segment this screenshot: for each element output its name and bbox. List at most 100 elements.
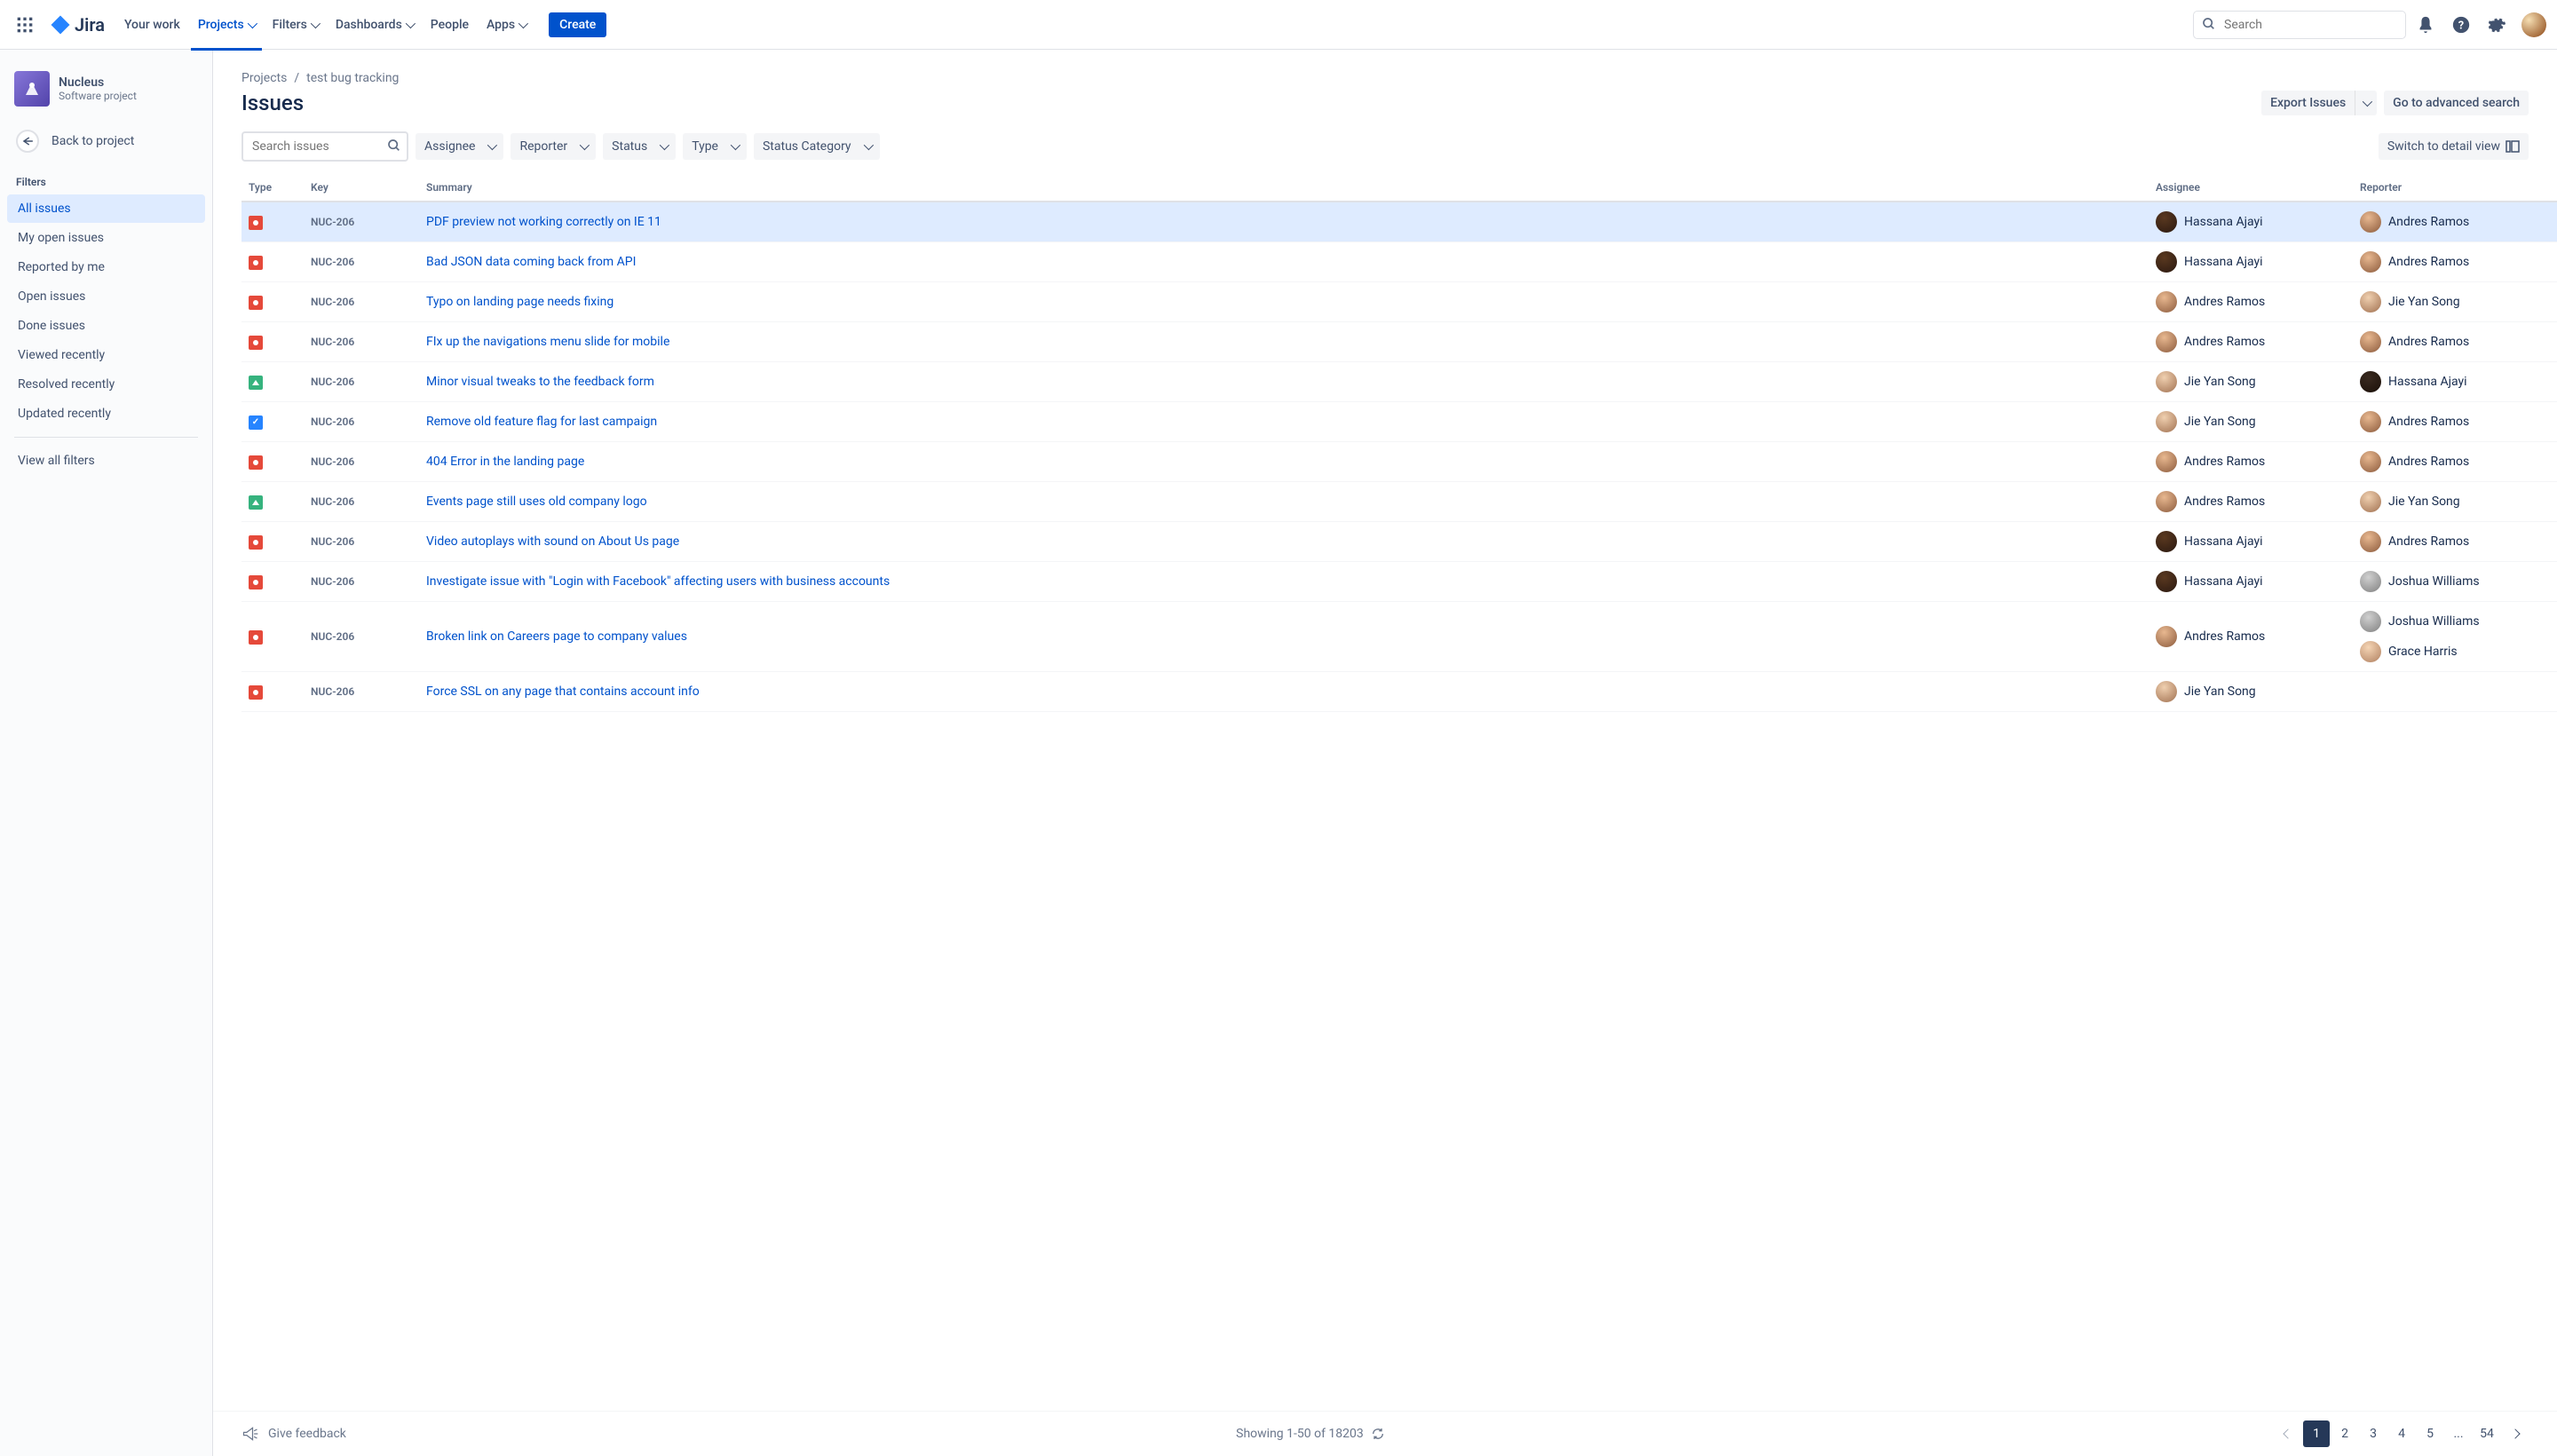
issue-summary[interactable]: PDF preview not working correctly on IE …: [426, 215, 661, 229]
assignee-cell[interactable]: Hassana Ajayi: [2156, 531, 2346, 552]
sidebar-filter-reported-by-me[interactable]: Reported by me: [7, 253, 205, 281]
col-summary[interactable]: Summary: [419, 174, 2149, 202]
table-row[interactable]: NUC-206 FIx up the navigations menu slide…: [241, 322, 2557, 362]
sidebar-filter-updated-recently[interactable]: Updated recently: [7, 400, 205, 428]
export-issues-button[interactable]: Export Issues: [2261, 91, 2355, 115]
nav-item-dashboards[interactable]: Dashboards: [329, 12, 420, 37]
reporter-cell[interactable]: Andres Ramos: [2360, 211, 2550, 233]
page-prev[interactable]: [2275, 1420, 2301, 1447]
table-row[interactable]: NUC-206 Minor visual tweaks to the feedba…: [241, 362, 2557, 402]
nav-item-apps[interactable]: Apps: [479, 12, 533, 37]
page-2[interactable]: 2: [2331, 1420, 2358, 1447]
breadcrumb-project-name[interactable]: test bug tracking: [306, 71, 399, 85]
nav-item-people[interactable]: People: [424, 12, 476, 37]
breadcrumb-projects[interactable]: Projects: [241, 71, 287, 85]
page-4[interactable]: 4: [2388, 1420, 2415, 1447]
issue-summary[interactable]: Minor visual tweaks to the feedback form: [426, 375, 654, 389]
issue-key[interactable]: NUC-206: [304, 362, 419, 402]
table-row[interactable]: NUC-206Video autoplays with sound on Abo…: [241, 522, 2557, 562]
assignee-cell[interactable]: Jie Yan Song: [2156, 371, 2346, 392]
col-reporter[interactable]: Reporter: [2353, 174, 2557, 202]
issue-search-input[interactable]: [241, 131, 408, 162]
search-input[interactable]: [2193, 11, 2406, 39]
issue-summary[interactable]: Broken link on Careers page to company v…: [426, 629, 687, 644]
issue-search[interactable]: [241, 131, 408, 162]
issue-summary[interactable]: Remove old feature flag for last campaig…: [426, 415, 657, 429]
nav-item-filters[interactable]: Filters: [265, 12, 325, 37]
assignee-cell[interactable]: Andres Ramos: [2156, 626, 2346, 647]
col-assignee[interactable]: Assignee: [2149, 174, 2353, 202]
table-row[interactable]: NUC-206Force SSL on any page that contai…: [241, 672, 2557, 712]
reporter-cell[interactable]: Andres Ramos: [2360, 331, 2550, 352]
issue-summary[interactable]: FIx up the navigations menu slide for mo…: [426, 335, 669, 349]
filter-status[interactable]: Status: [603, 133, 676, 160]
view-all-filters[interactable]: View all filters: [7, 447, 205, 475]
issue-key[interactable]: NUC-206: [304, 672, 419, 712]
page-5[interactable]: 5: [2417, 1420, 2443, 1447]
table-row[interactable]: NUC-206 Bad JSON data coming back from AP…: [241, 242, 2557, 282]
page-next[interactable]: [2502, 1420, 2529, 1447]
assignee-cell[interactable]: Jie Yan Song: [2156, 411, 2346, 432]
nav-item-projects[interactable]: Projects: [191, 12, 262, 37]
sidebar-filter-resolved-recently[interactable]: Resolved recently: [7, 370, 205, 399]
reporter-cell[interactable]: Joshua Williams: [2360, 611, 2550, 632]
issue-key[interactable]: NUC-206: [304, 482, 419, 522]
issue-summary[interactable]: Video autoplays with sound on About Us p…: [426, 534, 679, 549]
user-avatar[interactable]: [2521, 12, 2546, 37]
issue-key[interactable]: NUC-206: [304, 402, 419, 442]
filter-status-category[interactable]: Status Category: [754, 133, 880, 160]
assignee-cell[interactable]: Andres Ramos: [2156, 331, 2346, 352]
reporter-cell[interactable]: Andres Ramos: [2360, 251, 2550, 273]
issues-table-wrap[interactable]: TypeKeySummaryAssigneeReporter NUC-206PD…: [213, 174, 2557, 1411]
back-to-project[interactable]: Back to project: [7, 121, 205, 162]
issue-key[interactable]: NUC-206: [304, 242, 419, 282]
table-row[interactable]: NUC-206PDF preview not working correctly…: [241, 202, 2557, 242]
issue-key[interactable]: NUC-206: [304, 282, 419, 322]
table-row[interactable]: NUC-206 Events page still uses old compan…: [241, 482, 2557, 522]
advanced-search-button[interactable]: Go to advanced search: [2384, 91, 2529, 115]
app-switcher-icon[interactable]: [11, 11, 39, 39]
page-54[interactable]: 54: [2474, 1420, 2500, 1447]
refresh-icon[interactable]: [1371, 1427, 1385, 1441]
filter-assignee[interactable]: Assignee: [416, 133, 503, 160]
reporter-cell[interactable]: Andres Ramos: [2360, 451, 2550, 472]
project-header[interactable]: Nucleus Software project: [7, 67, 205, 121]
reporter-cell[interactable]: Hassana Ajayi: [2360, 371, 2550, 392]
sidebar-filter-open-issues[interactable]: Open issues: [7, 282, 205, 311]
table-row[interactable]: NUC-206 Remove old feature flag for last …: [241, 402, 2557, 442]
col-type[interactable]: Type: [241, 174, 304, 202]
sidebar-filter-all-issues[interactable]: All issues: [7, 194, 205, 223]
issue-summary[interactable]: Bad JSON data coming back from API: [426, 255, 636, 269]
page-1[interactable]: 1: [2303, 1420, 2330, 1447]
issue-key[interactable]: NUC-206: [304, 322, 419, 362]
export-issues-dropdown[interactable]: [2355, 91, 2377, 115]
sidebar-filter-my-open-issues[interactable]: My open issues: [7, 224, 205, 252]
page-3[interactable]: 3: [2360, 1420, 2387, 1447]
reporter-cell[interactable]: Andres Ramos: [2360, 411, 2550, 432]
reporter-cell[interactable]: Andres Ramos: [2360, 531, 2550, 552]
assignee-cell[interactable]: Hassana Ajayi: [2156, 211, 2346, 233]
filter-type[interactable]: Type: [683, 133, 747, 160]
table-row[interactable]: NUC-206 Typo on landing page needs fixing…: [241, 282, 2557, 322]
notifications-icon[interactable]: [2411, 11, 2440, 39]
reporter-cell[interactable]: Grace Harris: [2360, 641, 2550, 662]
assignee-cell[interactable]: Andres Ramos: [2156, 291, 2346, 313]
table-row[interactable]: NUC-206 Broken link on Careers page to co…: [241, 602, 2557, 672]
reporter-cell[interactable]: Jie Yan Song: [2360, 291, 2550, 313]
issue-summary[interactable]: Investigate issue with "Login with Faceb…: [426, 574, 890, 589]
assignee-cell[interactable]: Andres Ramos: [2156, 491, 2346, 512]
nav-item-your-work[interactable]: Your work: [117, 12, 187, 37]
assignee-cell[interactable]: Jie Yan Song: [2156, 681, 2346, 702]
issue-key[interactable]: NUC-206: [304, 602, 419, 672]
global-search[interactable]: [2193, 11, 2406, 39]
table-row[interactable]: NUC-206404 Error in the landing pageAndr…: [241, 442, 2557, 482]
issue-summary[interactable]: Events page still uses old company logo: [426, 495, 647, 509]
assignee-cell[interactable]: Hassana Ajayi: [2156, 571, 2346, 592]
col-key[interactable]: Key: [304, 174, 419, 202]
issue-key[interactable]: NUC-206: [304, 562, 419, 602]
issue-key[interactable]: NUC-206: [304, 442, 419, 482]
assignee-cell[interactable]: Andres Ramos: [2156, 451, 2346, 472]
issue-summary[interactable]: Typo on landing page needs fixing: [426, 295, 614, 309]
settings-icon[interactable]: [2482, 11, 2511, 39]
sidebar-filter-viewed-recently[interactable]: Viewed recently: [7, 341, 205, 369]
